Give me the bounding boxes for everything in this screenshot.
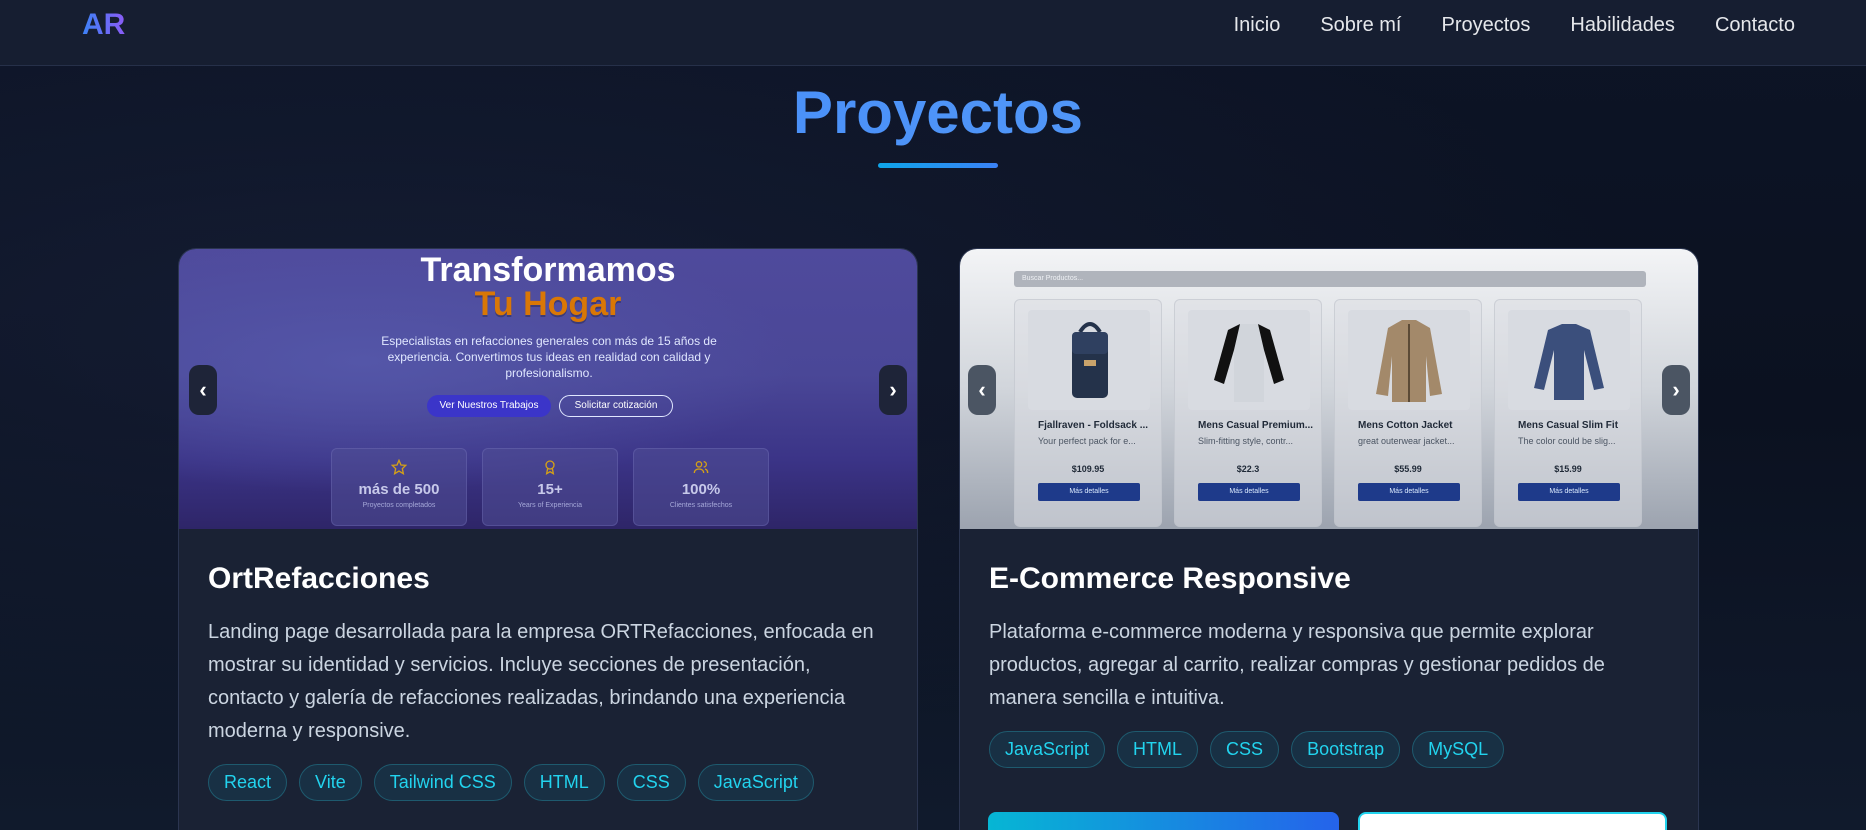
product-price: $55.99: [1394, 464, 1422, 474]
carousel-next-button[interactable]: ›: [879, 365, 907, 415]
project-title: E-Commerce Responsive: [989, 562, 1351, 595]
raglan-shirt-image: [1188, 310, 1310, 410]
award-icon: [483, 459, 617, 477]
preview-product-card: Mens Casual Premium... Slim-fitting styl…: [1174, 299, 1322, 527]
nav-links: Inicio Sobre mí Proyectos Habilidades Co…: [1234, 14, 1795, 37]
title-underline: [878, 163, 998, 168]
stat-label: Years of Experiencia: [518, 502, 582, 509]
product-name: Mens Casual Slim Fit: [1518, 420, 1619, 431]
preview-stat: 100% Clientes satisfechos: [633, 448, 769, 526]
carousel-prev-button[interactable]: ‹: [189, 365, 217, 415]
section-title: Proyectos: [0, 78, 1866, 147]
stat-value: 100%: [681, 481, 721, 498]
github-button[interactable]: [1358, 812, 1667, 830]
stat-value: 15+: [537, 481, 563, 498]
project-description: Landing page desarrollada para la empres…: [208, 621, 874, 742]
tech-tag: HTML: [523, 764, 605, 801]
project-title: OrtRefacciones: [208, 562, 430, 595]
jacket-image: [1348, 310, 1470, 410]
product-details-button: Más detalles: [1518, 483, 1620, 501]
product-details-button: Más detalles: [1198, 483, 1300, 501]
tech-tag: CSS: [616, 764, 686, 801]
carousel-prev-button[interactable]: ‹: [968, 365, 996, 415]
product-name: Fjallraven - Foldsack ...: [1038, 420, 1149, 431]
preview-product-card: Mens Cotton Jacket great outerwear jacke…: [1334, 299, 1482, 527]
users-icon: [634, 459, 768, 477]
product-description: The color could be slig...: [1518, 436, 1616, 446]
tech-tag: JavaScript: [697, 764, 814, 801]
preview-product-card: Fjallraven - Foldsack ... Your perfect p…: [1014, 299, 1162, 527]
tech-tags: React Vite Tailwind CSS HTML CSS JavaScr…: [208, 764, 888, 801]
preview-secondary-button: Solicitar cotización: [559, 395, 673, 417]
tech-tag: HTML: [1117, 731, 1199, 768]
navbar: AR Inicio Sobre mí Proyectos Habilidades…: [0, 0, 1866, 66]
nav-link-proyectos[interactable]: Proyectos: [1441, 14, 1530, 37]
star-icon: [332, 458, 466, 477]
tech-tag: Vite: [299, 764, 362, 801]
nav-link-habilidades[interactable]: Habilidades: [1570, 14, 1675, 37]
tech-tag: Bootstrap: [1291, 731, 1401, 768]
project-description: Plataforma e-commerce moderna y responsi…: [989, 621, 1605, 709]
project-preview-carousel: Transformamos Tu Hogar Especialistas en …: [179, 249, 917, 529]
tech-tag: JavaScript: [989, 731, 1106, 768]
stat-label: Proyectos completados: [362, 502, 436, 509]
product-description: Slim-fitting style, contr...: [1198, 436, 1294, 446]
logo[interactable]: AR: [82, 8, 125, 42]
product-description: Your perfect pack for e...: [1038, 436, 1136, 446]
demo-button[interactable]: [988, 812, 1339, 830]
nav-link-inicio[interactable]: Inicio: [1234, 14, 1281, 37]
preview-heading-highlight: Tu Hogar: [474, 285, 622, 323]
nav-link-contacto[interactable]: Contacto: [1715, 14, 1795, 37]
product-description: great outerwear jacket...: [1358, 436, 1455, 446]
project-card-ortrefacciones: Transformamos Tu Hogar Especialistas en …: [178, 248, 918, 830]
preview-description: Especialistas en refacciones generales c…: [381, 334, 717, 380]
long-sleeve-shirt-image: [1508, 310, 1630, 410]
stat-label: Clientes satisfechos: [669, 502, 733, 509]
stat-value: más de 500: [358, 481, 440, 498]
tech-tag: Tailwind CSS: [373, 764, 512, 801]
preview-primary-button: Ver Nuestros Trabajos: [427, 395, 551, 417]
project-card-ecommerce: Buscar Productos... Fjallraven - Foldsac…: [959, 248, 1699, 830]
tech-tag: React: [208, 764, 288, 801]
product-details-button: Más detalles: [1038, 483, 1140, 501]
product-details-button: Más detalles: [1358, 483, 1460, 501]
tech-tag: CSS: [1210, 731, 1280, 768]
product-name: Mens Casual Premium...: [1198, 420, 1314, 431]
project-card-body: OrtRefacciones Landing page desarrollada…: [179, 562, 917, 801]
product-name: Mens Cotton Jacket: [1358, 420, 1453, 431]
preview-search-bar: Buscar Productos...: [1014, 271, 1646, 287]
project-card-body: E-Commerce Responsive Plataforma e-comme…: [960, 562, 1698, 768]
product-price: $15.99: [1554, 464, 1582, 474]
carousel-next-button[interactable]: ›: [1662, 365, 1690, 415]
tech-tags: JavaScript HTML CSS Bootstrap MySQL: [989, 731, 1669, 768]
preview-product-card: Mens Casual Slim Fit The color could be …: [1494, 299, 1642, 527]
preview-stat: más de 500 Proyectos completados: [331, 448, 467, 526]
tech-tag: MySQL: [1412, 731, 1505, 768]
backpack-image: [1028, 310, 1150, 410]
product-price: $109.95: [1071, 464, 1105, 474]
product-price: $22.3: [1236, 464, 1260, 474]
preview-stat: 15+ Years of Experiencia: [482, 448, 618, 526]
project-preview-carousel: Buscar Productos... Fjallraven - Foldsac…: [960, 249, 1698, 529]
nav-link-sobre-mi[interactable]: Sobre mí: [1320, 14, 1401, 37]
